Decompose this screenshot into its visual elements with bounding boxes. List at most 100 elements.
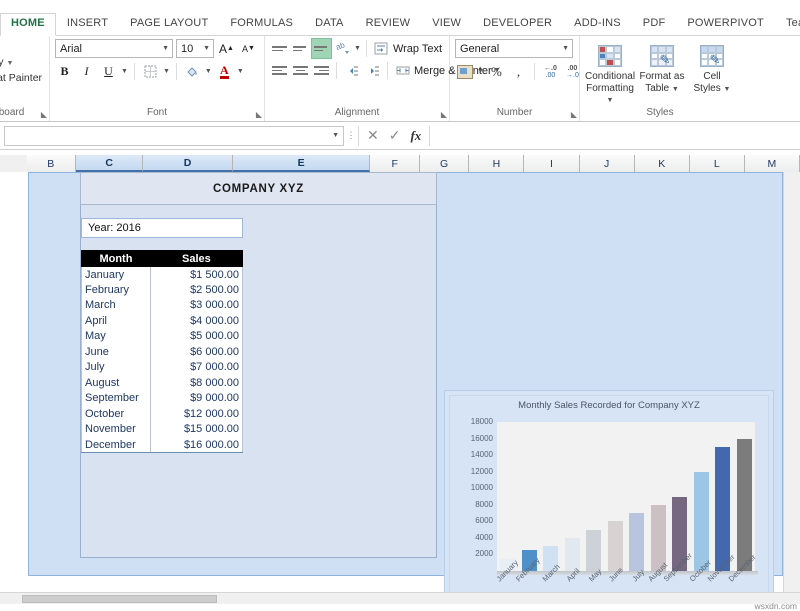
horizontal-scroll-thumb[interactable] — [22, 595, 217, 603]
table-row[interactable]: November$15 000.00 — [82, 422, 243, 438]
bold-button[interactable]: B — [55, 62, 74, 81]
table-row[interactable]: July$7 000.00 — [82, 360, 243, 376]
chevron-down-icon[interactable]: ▼ — [354, 45, 361, 52]
cell-sales[interactable]: $4 000.00 — [150, 313, 242, 329]
cell-sales[interactable]: $12 000.00 — [150, 406, 242, 422]
align-middle-icon[interactable] — [291, 39, 310, 58]
chevron-down-icon[interactable]: ▼ — [6, 60, 13, 67]
conditional-formatting-button[interactable]: Conditional Formatting ▼ — [585, 41, 635, 107]
chevron-down-icon[interactable]: ▼ — [237, 68, 244, 75]
number-format-combo[interactable]: General ▼ — [455, 39, 573, 58]
copy-button[interactable]: Copy ▼ — [0, 56, 42, 70]
cell-sales[interactable]: $7 000.00 — [150, 360, 242, 376]
align-center-icon[interactable] — [291, 61, 310, 80]
cell-month[interactable]: February — [82, 282, 151, 298]
tab-home[interactable]: HOME — [0, 13, 56, 36]
table-row[interactable]: October$12 000.00 — [82, 406, 243, 422]
cell-sales[interactable]: $1 500.00 — [150, 267, 242, 283]
increase-indent-icon[interactable] — [363, 61, 382, 80]
cell-month[interactable]: January — [82, 267, 151, 283]
column-header-H[interactable]: H — [469, 155, 524, 172]
align-left-icon[interactable] — [270, 61, 289, 80]
cut-button[interactable]: Cut — [0, 41, 42, 54]
tab-data[interactable]: DATA — [304, 14, 355, 35]
column-header-M[interactable]: M — [745, 155, 800, 172]
table-row[interactable]: April$4 000.00 — [82, 313, 243, 329]
table-row[interactable]: March$3 000.00 — [82, 298, 243, 314]
tab-view[interactable]: VIEW — [421, 14, 472, 35]
align-top-icon[interactable] — [270, 39, 289, 58]
tab-team[interactable]: Team — [775, 14, 800, 35]
chevron-down-icon[interactable]: ▼ — [477, 68, 484, 75]
align-right-icon[interactable] — [312, 61, 331, 80]
column-header-C[interactable]: C — [76, 155, 143, 172]
name-box[interactable]: ▼ — [4, 126, 344, 146]
corner-select-all[interactable] — [0, 155, 27, 172]
wrap-text-label[interactable]: Wrap Text — [393, 43, 442, 55]
cell-month[interactable]: March — [82, 298, 151, 314]
worksheet-grid[interactable]: COMPANY XYZ Year: 2016 Month Sales Janua… — [0, 172, 800, 592]
insert-function-icon[interactable]: fx — [410, 128, 421, 144]
chevron-down-icon[interactable]: ▼ — [332, 132, 339, 139]
chart-bar[interactable] — [737, 439, 752, 571]
accounting-format-icon[interactable] — [455, 62, 474, 81]
chevron-down-icon[interactable]: ▼ — [162, 45, 169, 52]
chevron-down-icon[interactable]: ▼ — [121, 68, 128, 75]
chart-bar[interactable] — [586, 530, 601, 571]
shrink-font-button[interactable]: A▼ — [239, 39, 258, 58]
tab-pdf[interactable]: PDF — [632, 14, 677, 35]
increase-decimal-icon[interactable]: ←.0.00 — [541, 62, 560, 81]
chevron-down-icon[interactable]: ▼ — [607, 97, 614, 104]
font-name-combo[interactable]: Arial ▼ — [55, 39, 173, 58]
clipboard-dialog-launcher-icon[interactable]: ◣ — [41, 110, 47, 119]
borders-icon[interactable] — [141, 62, 160, 81]
chart-bar[interactable] — [629, 513, 644, 571]
table-row[interactable]: January$1 500.00 — [82, 267, 243, 283]
cell-sales[interactable]: $16 000.00 — [150, 437, 242, 453]
column-header-L[interactable]: L — [690, 155, 745, 172]
chart-bar[interactable] — [715, 447, 730, 571]
cell-month[interactable]: May — [82, 329, 151, 345]
cell-sales[interactable]: $6 000.00 — [150, 344, 242, 360]
cancel-icon[interactable]: ✕ — [367, 127, 379, 144]
table-row[interactable]: May$5 000.00 — [82, 329, 243, 345]
table-row[interactable]: December$16 000.00 — [82, 437, 243, 453]
chevron-down-icon[interactable]: ▼ — [724, 86, 731, 93]
chart-bar[interactable] — [608, 521, 623, 571]
enter-icon[interactable]: ✓ — [389, 127, 401, 144]
column-header-J[interactable]: J — [580, 155, 635, 172]
cell-month[interactable]: October — [82, 406, 151, 422]
cell-sales[interactable]: $2 500.00 — [150, 282, 242, 298]
cell-month[interactable]: August — [82, 375, 151, 391]
format-as-table-button[interactable]: ✎ Format as Table ▼ — [639, 41, 685, 95]
cell-month[interactable]: November — [82, 422, 151, 438]
orientation-icon[interactable]: ab — [333, 39, 352, 58]
tab-review[interactable]: REVIEW — [355, 14, 422, 35]
sales-chart[interactable]: Monthly Sales Recorded for Company XYZ 1… — [444, 390, 774, 592]
font-dialog-launcher-icon[interactable]: ◣ — [256, 110, 262, 119]
column-header-I[interactable]: I — [524, 155, 579, 172]
cell-month[interactable]: December — [82, 437, 151, 453]
tab-formulas[interactable]: FORMULAS — [219, 14, 304, 35]
underline-button[interactable]: U — [99, 62, 118, 81]
formula-bar-grip[interactable]: ⋮ — [344, 130, 358, 141]
formula-input[interactable] — [430, 126, 794, 146]
grow-font-button[interactable]: A▲ — [217, 39, 236, 58]
column-header-F[interactable]: F — [370, 155, 419, 172]
format-painter-button[interactable]: ormat Painter — [0, 72, 42, 85]
horizontal-scrollbar[interactable] — [0, 592, 800, 604]
tab-add-ins[interactable]: ADD-INS — [563, 14, 632, 35]
cell-month[interactable]: April — [82, 313, 151, 329]
merge-center-icon[interactable] — [393, 61, 412, 80]
tab-powerpivot[interactable]: POWERPIVOT — [676, 14, 775, 35]
table-row[interactable]: September$9 000.00 — [82, 391, 243, 407]
cell-sales[interactable]: $5 000.00 — [150, 329, 242, 345]
wrap-text-icon[interactable] — [372, 39, 391, 58]
comma-style-button[interactable]: , — [509, 62, 528, 81]
column-header-B[interactable]: B — [27, 155, 76, 172]
column-header-K[interactable]: K — [635, 155, 690, 172]
decrease-indent-icon[interactable] — [342, 61, 361, 80]
cell-sales[interactable]: $3 000.00 — [150, 298, 242, 314]
chart-bar[interactable] — [565, 538, 580, 571]
cell-sales[interactable]: $15 000.00 — [150, 422, 242, 438]
